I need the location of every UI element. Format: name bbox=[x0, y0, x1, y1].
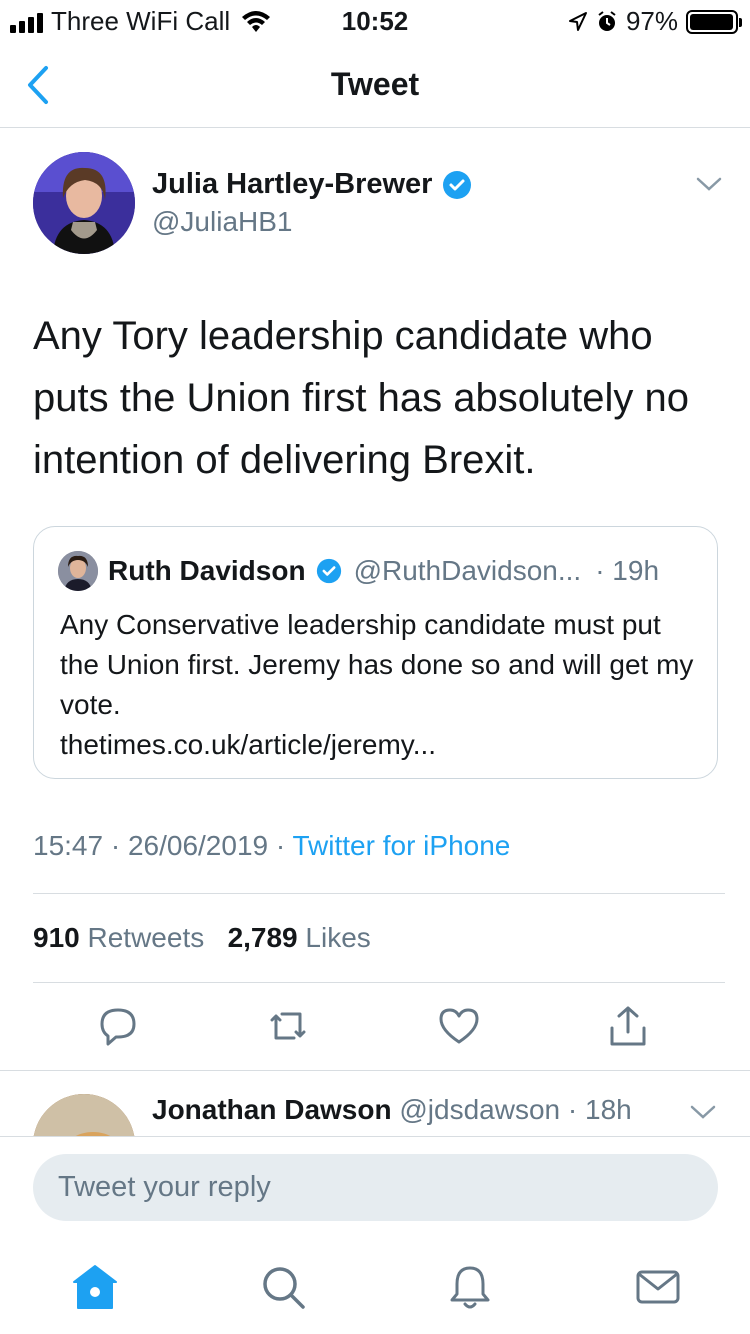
share-icon[interactable] bbox=[606, 1004, 650, 1048]
author-avatar[interactable] bbox=[33, 152, 135, 254]
tweet-meta: 15:47 · 26/06/2019 · Twitter for iPhone bbox=[33, 830, 510, 862]
tweet-author: Julia Hartley-Brewer @JuliaHB1 bbox=[33, 152, 723, 262]
quoted-author-name: Ruth Davidson bbox=[108, 555, 306, 586]
page-title: Tweet bbox=[330, 66, 420, 102]
likes-stat[interactable]: 2,789 Likes bbox=[228, 922, 371, 953]
author-name-row[interactable]: Julia Hartley-Brewer bbox=[152, 168, 472, 201]
quoted-text-block: Any Conservative leadership candidate mu… bbox=[60, 605, 700, 765]
reply-composer: Tweet your reply bbox=[0, 1136, 750, 1242]
battery-fill bbox=[690, 13, 733, 30]
reply-avatar[interactable] bbox=[33, 1094, 135, 1136]
divider bbox=[0, 1070, 750, 1071]
retweets-label: Retweets bbox=[87, 922, 205, 953]
quoted-header: Ruth Davidson @RuthDavidson... · 19h bbox=[108, 555, 659, 587]
like-heart-icon[interactable] bbox=[437, 1004, 481, 1048]
battery-icon bbox=[686, 9, 742, 34]
status-right: 97% bbox=[568, 6, 742, 37]
verified-badge-icon bbox=[443, 170, 472, 199]
tweet-source-link[interactable]: Twitter for iPhone bbox=[292, 830, 510, 861]
navigation-bar: Tweet bbox=[0, 42, 750, 128]
reply-list-item[interactable]: Jonathan Dawson @jdsdawson · 18h bbox=[0, 1072, 750, 1136]
chevron-down-icon[interactable] bbox=[689, 1102, 717, 1122]
tweet-timestamp: 15:47 · 26/06/2019 · bbox=[33, 830, 286, 861]
tweet-actions bbox=[0, 1004, 750, 1054]
verified-badge-icon bbox=[316, 558, 341, 584]
quoted-link[interactable]: thetimes.co.uk/article/jeremy... bbox=[60, 725, 700, 765]
author-handle[interactable]: @JuliaHB1 bbox=[152, 206, 292, 238]
quoted-author-handle: @RuthDavidson... bbox=[353, 555, 582, 586]
location-icon bbox=[568, 11, 587, 31]
likes-label: Likes bbox=[305, 922, 371, 953]
divider bbox=[33, 982, 725, 983]
quoted-time: · 19h bbox=[595, 555, 660, 586]
search-icon[interactable] bbox=[258, 1262, 308, 1312]
retweets-count: 910 bbox=[33, 922, 80, 953]
reply-author-handle[interactable]: @jdsdawson bbox=[399, 1094, 560, 1125]
battery-percent: 97% bbox=[625, 6, 678, 36]
quoted-text: Any Conservative leadership candidate mu… bbox=[60, 609, 694, 720]
quoted-tweet[interactable]: Ruth Davidson @RuthDavidson... · 19h Any… bbox=[33, 526, 718, 779]
divider bbox=[33, 893, 725, 894]
retweet-icon[interactable] bbox=[266, 1004, 310, 1048]
quoted-avatar bbox=[58, 551, 98, 591]
tweet-stats: 910 Retweets 2,789 Likes bbox=[33, 922, 371, 954]
reply-time: · 18h bbox=[567, 1094, 632, 1125]
reply-icon[interactable] bbox=[96, 1004, 140, 1048]
retweets-stat[interactable]: 910 Retweets bbox=[33, 922, 204, 953]
messages-envelope-icon[interactable] bbox=[633, 1262, 683, 1312]
reply-header: Jonathan Dawson @jdsdawson · 18h bbox=[152, 1094, 632, 1126]
reply-author-name[interactable]: Jonathan Dawson bbox=[152, 1094, 392, 1125]
tab-bar bbox=[0, 1242, 750, 1334]
home-icon[interactable] bbox=[70, 1262, 120, 1312]
tweet-text: Any Tory leadership candidate who puts t… bbox=[33, 314, 689, 482]
author-name[interactable]: Julia Hartley-Brewer bbox=[152, 168, 432, 201]
likes-count: 2,789 bbox=[227, 922, 298, 953]
alarm-icon bbox=[598, 10, 616, 31]
chevron-down-icon[interactable] bbox=[695, 174, 723, 194]
status-bar: Three WiFi Call 10:52 97% bbox=[0, 0, 750, 42]
notifications-bell-icon[interactable] bbox=[445, 1262, 495, 1312]
reply-input[interactable]: Tweet your reply bbox=[33, 1154, 718, 1221]
